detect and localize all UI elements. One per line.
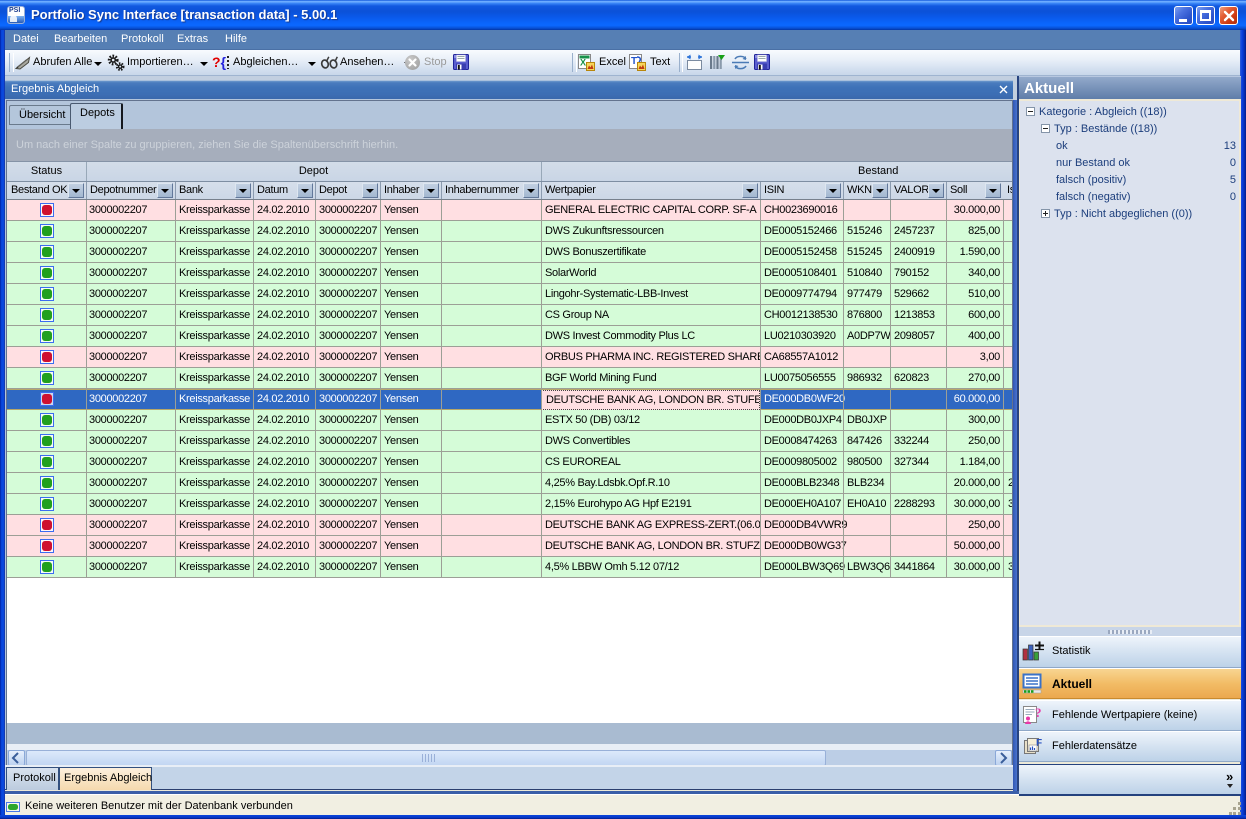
svg-text:?: ? (1035, 705, 1042, 720)
svg-text:X: X (580, 58, 586, 68)
svg-text:T: T (631, 56, 637, 67)
